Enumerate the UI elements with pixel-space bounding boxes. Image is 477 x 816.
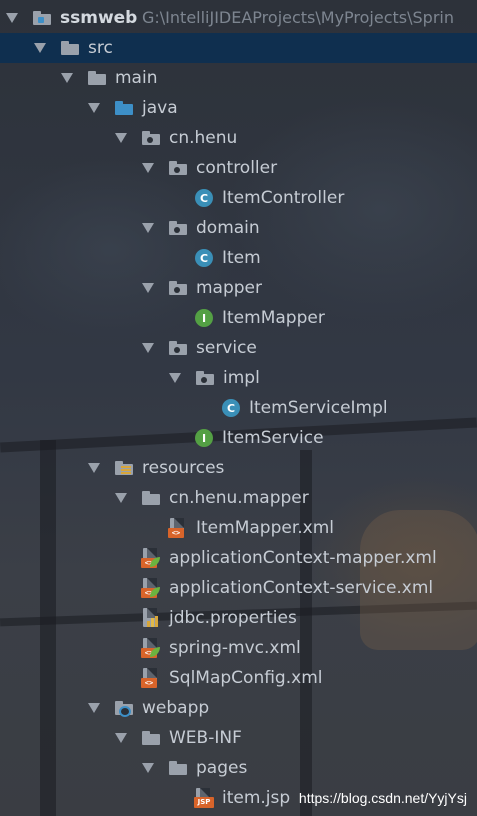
watermark-text: https://blog.csdn.net/YyjYsj — [298, 790, 467, 806]
tree-node-main[interactable]: main — [0, 63, 477, 93]
tree-node-service[interactable]: service — [0, 333, 477, 363]
tree-node-src[interactable]: src — [0, 33, 477, 63]
expand-arrow-icon[interactable] — [86, 453, 102, 483]
tree-node-label: java — [142, 98, 178, 118]
tree-node-package-cn-henu[interactable]: cn.henu — [0, 123, 477, 153]
tree-node-domain[interactable]: domain — [0, 213, 477, 243]
package-icon — [168, 218, 188, 238]
tree-node-resources[interactable]: resources — [0, 453, 477, 483]
tree-node-resources-package[interactable]: cn.henu.mapper — [0, 483, 477, 513]
expand-arrow-icon[interactable] — [32, 33, 48, 63]
tree-node-sqlmap-config[interactable]: <> SqlMapConfig.xml — [0, 663, 477, 693]
web-folder-icon — [114, 698, 134, 718]
tree-node-label: SqlMapConfig.xml — [169, 668, 323, 688]
folder-icon — [60, 38, 80, 58]
folder-icon — [168, 758, 188, 778]
tree-node-project-root[interactable]: ssmweb G:\IntelliJIDEAProjects\MyProject… — [0, 3, 477, 33]
tree-node-label: controller — [196, 158, 278, 178]
expand-arrow-icon[interactable] — [140, 333, 156, 363]
tree-node-app-context-service[interactable]: <> applicationContext-service.xml — [0, 573, 477, 603]
tree-node-label: spring-mvc.xml — [169, 638, 301, 658]
tree-node-label: main — [115, 68, 158, 88]
tree-node-label: cn.henu — [169, 128, 238, 148]
class-icon: C — [221, 398, 241, 418]
tree-node-item[interactable]: C Item — [0, 243, 477, 273]
expand-arrow-icon[interactable] — [86, 693, 102, 723]
tree-node-label: pages — [196, 758, 248, 778]
resources-folder-icon — [114, 458, 134, 478]
tree-node-web-inf[interactable]: WEB-INF — [0, 723, 477, 753]
tree-node-impl[interactable]: impl — [0, 363, 477, 393]
expand-arrow-icon[interactable] — [140, 753, 156, 783]
expand-arrow-icon[interactable] — [113, 483, 129, 513]
source-folder-icon — [114, 98, 134, 118]
package-icon — [141, 128, 161, 148]
project-tree: ssmweb G:\IntelliJIDEAProjects\MyProject… — [0, 3, 477, 813]
properties-file-icon — [141, 608, 161, 628]
spring-xml-file-icon: <> — [141, 638, 161, 658]
tree-node-label: webapp — [142, 698, 210, 718]
package-icon — [168, 338, 188, 358]
tree-node-label: ItemServiceImpl — [249, 398, 388, 418]
tree-node-label: Item — [222, 248, 261, 268]
tree-node-label: ItemService — [222, 428, 324, 448]
expand-arrow-icon[interactable] — [4, 3, 20, 33]
tree-node-item-mapper-xml[interactable]: <> ItemMapper.xml — [0, 513, 477, 543]
tree-node-label: WEB-INF — [169, 728, 242, 748]
tree-node-label: ItemController — [222, 188, 345, 208]
tree-node-label: jdbc.properties — [169, 608, 297, 628]
tree-node-spring-mvc[interactable]: <> spring-mvc.xml — [0, 633, 477, 663]
tree-node-label: resources — [142, 458, 225, 478]
project-name: ssmweb — [60, 8, 138, 28]
tree-node-jdbc-properties[interactable]: jdbc.properties — [0, 603, 477, 633]
jsp-file-icon: JSP — [194, 788, 214, 808]
tree-node-label: item.jsp — [222, 788, 291, 808]
package-icon — [168, 278, 188, 298]
project-path: G:\IntelliJIDEAProjects\MyProjects\Sprin — [142, 8, 454, 27]
expand-arrow-icon[interactable] — [140, 153, 156, 183]
tree-node-item-service[interactable]: I ItemService — [0, 423, 477, 453]
module-folder-icon — [32, 8, 52, 28]
interface-icon: I — [194, 308, 214, 328]
tree-node-label: applicationContext-mapper.xml — [169, 548, 437, 568]
tree-node-webapp[interactable]: webapp — [0, 693, 477, 723]
tree-node-label: ItemMapper.xml — [196, 518, 335, 538]
folder-icon — [87, 68, 107, 88]
spring-xml-file-icon: <> — [141, 578, 161, 598]
tree-node-app-context-mapper[interactable]: <> applicationContext-mapper.xml — [0, 543, 477, 573]
tree-node-label: src — [88, 38, 113, 58]
spring-xml-file-icon: <> — [141, 548, 161, 568]
xml-file-icon: <> — [168, 518, 188, 538]
tree-node-label: domain — [196, 218, 260, 238]
folder-icon — [141, 728, 161, 748]
tree-node-item-service-impl[interactable]: C ItemServiceImpl — [0, 393, 477, 423]
class-icon: C — [194, 248, 214, 268]
expand-arrow-icon[interactable] — [113, 723, 129, 753]
tree-node-pages[interactable]: pages — [0, 753, 477, 783]
interface-icon: I — [194, 428, 214, 448]
package-icon — [195, 368, 215, 388]
tree-node-label: cn.henu.mapper — [169, 488, 309, 508]
tree-node-label: mapper — [196, 278, 263, 298]
expand-arrow-icon[interactable] — [140, 213, 156, 243]
tree-node-java[interactable]: java — [0, 93, 477, 123]
tree-node-item-controller[interactable]: C ItemController — [0, 183, 477, 213]
class-icon: C — [194, 188, 214, 208]
expand-arrow-icon[interactable] — [140, 273, 156, 303]
tree-node-label: impl — [223, 368, 260, 388]
tree-node-item-mapper[interactable]: I ItemMapper — [0, 303, 477, 333]
expand-arrow-icon[interactable] — [167, 363, 183, 393]
tree-node-label: ItemMapper — [222, 308, 325, 328]
expand-arrow-icon[interactable] — [59, 63, 75, 93]
tree-node-label: service — [196, 338, 257, 358]
package-icon — [168, 158, 188, 178]
tree-node-label: applicationContext-service.xml — [169, 578, 434, 598]
tree-node-mapper[interactable]: mapper — [0, 273, 477, 303]
folder-icon — [141, 488, 161, 508]
tree-node-controller[interactable]: controller — [0, 153, 477, 183]
xml-file-icon: <> — [141, 668, 161, 688]
expand-arrow-icon[interactable] — [113, 123, 129, 153]
expand-arrow-icon[interactable] — [86, 93, 102, 123]
